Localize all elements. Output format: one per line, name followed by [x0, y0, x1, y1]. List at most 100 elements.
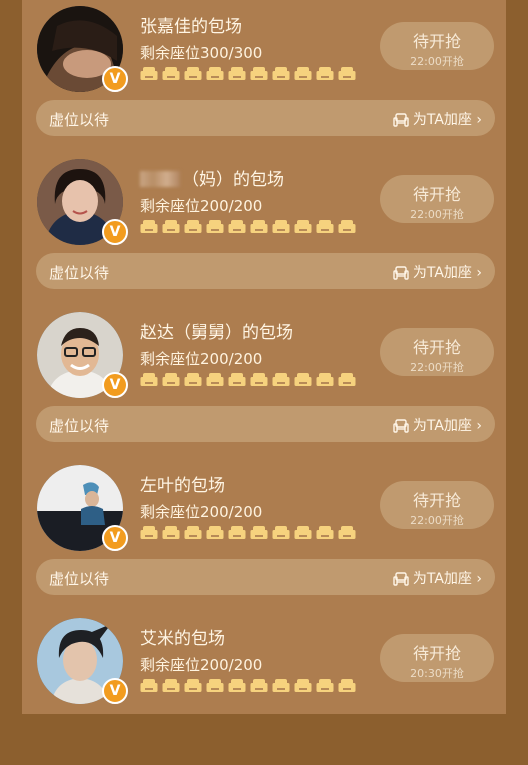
waiting-label: 虚位以待 — [49, 111, 110, 129]
seat-icon — [228, 373, 246, 386]
seat-icon — [140, 526, 158, 539]
seat-icon — [294, 526, 312, 539]
seat-icon — [162, 220, 180, 233]
seat-icon — [228, 67, 246, 80]
seat-icon — [228, 679, 246, 692]
grab-button-label: 待开抢 — [412, 32, 461, 51]
room-title: （妈）的包场 — [140, 165, 284, 190]
seat-icons — [140, 525, 360, 543]
seat-icon — [206, 67, 224, 80]
room-card[interactable]: V 左叶的包场 剩余座位200/200 待开抢 22:00开抢 虚位以待 为TA… — [22, 459, 506, 612]
seat-icon — [338, 526, 356, 539]
seat-icon — [316, 220, 334, 233]
seat-icon — [228, 220, 246, 233]
chevron-right-icon: › — [476, 418, 482, 434]
remaining-seats: 剩余座位200/200 — [140, 656, 263, 674]
seat-icon — [294, 679, 312, 692]
seat-icon — [338, 373, 356, 386]
add-seat-button[interactable]: 为TA加座 › — [393, 415, 482, 435]
waiting-bar[interactable]: 虚位以待 为TA加座 › — [36, 100, 495, 136]
start-time: 22:00开抢 — [410, 55, 464, 68]
remaining-seats: 剩余座位300/300 — [140, 44, 263, 62]
seat-icons — [140, 372, 360, 390]
seat-icon — [162, 526, 180, 539]
seat-icon — [206, 526, 224, 539]
seat-icon — [250, 220, 268, 233]
seat-icon — [250, 526, 268, 539]
verified-badge: V — [102, 219, 128, 245]
seat-icon — [250, 67, 268, 80]
seat-icon — [206, 220, 224, 233]
seat-icon — [206, 679, 224, 692]
seat-icon — [294, 220, 312, 233]
add-seat-button[interactable]: 为TA加座 › — [393, 568, 482, 588]
add-seat-button[interactable]: 为TA加座 › — [393, 109, 482, 129]
start-time: 20:30开抢 — [410, 667, 464, 680]
seat-icon — [140, 67, 158, 80]
waiting-bar[interactable]: 虚位以待 为TA加座 › — [36, 253, 495, 289]
verified-badge: V — [102, 525, 128, 551]
seat-icon — [316, 67, 334, 80]
waiting-bar[interactable]: 虚位以待 为TA加座 › — [36, 406, 495, 442]
seat-icon — [294, 67, 312, 80]
seat-icon — [228, 526, 246, 539]
seat-icon — [140, 679, 158, 692]
seat-icon — [184, 679, 202, 692]
room-card[interactable]: V 赵达（舅舅）的包场 剩余座位200/200 待开抢 22:00开抢 虚位以待… — [22, 306, 506, 459]
sofa-outline-icon — [393, 112, 413, 128]
room-title: 张嘉佳的包场 — [140, 17, 242, 37]
room-title: 左叶的包场 — [140, 476, 225, 496]
grab-button-label: 待开抢 — [412, 185, 461, 204]
waiting-bar[interactable]: 虚位以待 为TA加座 › — [36, 559, 495, 595]
seat-icon — [250, 373, 268, 386]
grab-button[interactable]: 待开抢 22:00开抢 — [380, 481, 494, 529]
start-time: 22:00开抢 — [410, 361, 464, 374]
seat-icon — [316, 679, 334, 692]
seat-icon — [338, 679, 356, 692]
seat-icon — [272, 373, 290, 386]
seat-icon — [140, 220, 158, 233]
remaining-seats: 剩余座位200/200 — [140, 503, 263, 521]
seat-icon — [316, 373, 334, 386]
grab-button[interactable]: 待开抢 22:00开抢 — [380, 328, 494, 376]
sofa-outline-icon — [393, 418, 413, 434]
chevron-right-icon: › — [476, 265, 482, 281]
seat-icon — [184, 526, 202, 539]
seat-icon — [206, 373, 224, 386]
seat-icon — [140, 373, 158, 386]
seat-icon — [272, 526, 290, 539]
add-seat-button[interactable]: 为TA加座 › — [393, 262, 482, 282]
grab-button-label: 待开抢 — [412, 338, 461, 357]
chevron-right-icon: › — [476, 112, 482, 128]
seat-icon — [162, 373, 180, 386]
room-card[interactable]: V （妈）的包场 剩余座位200/200 待开抢 22:00开抢 虚位以待 为T… — [22, 153, 506, 306]
grab-button-label: 待开抢 — [412, 491, 461, 510]
seat-icon — [272, 220, 290, 233]
seat-icon — [338, 67, 356, 80]
seat-icon — [272, 67, 290, 80]
room-card[interactable]: V 张嘉佳的包场 剩余座位300/300 待开抢 22:00开抢 虚位以待 为T… — [22, 0, 506, 153]
grab-button[interactable]: 待开抢 22:00开抢 — [380, 175, 494, 223]
start-time: 22:00开抢 — [410, 208, 464, 221]
waiting-label: 虚位以待 — [49, 264, 110, 282]
seat-icon — [272, 679, 290, 692]
seat-icons — [140, 66, 360, 84]
waiting-label: 虚位以待 — [49, 417, 110, 435]
seat-icon — [294, 373, 312, 386]
room-title: 艾米的包场 — [140, 629, 225, 649]
seat-icon — [338, 220, 356, 233]
room-list: V 张嘉佳的包场 剩余座位300/300 待开抢 22:00开抢 虚位以待 为T… — [22, 0, 506, 714]
room-card[interactable]: V 艾米的包场 剩余座位200/200 待开抢 20:30开抢 — [22, 612, 506, 765]
verified-badge: V — [102, 372, 128, 398]
seat-icon — [184, 67, 202, 80]
grab-button-label: 待开抢 — [412, 644, 461, 663]
grab-button[interactable]: 待开抢 22:00开抢 — [380, 22, 494, 70]
seat-icon — [250, 679, 268, 692]
seat-icons — [140, 678, 360, 696]
room-title: 赵达（舅舅）的包场 — [140, 323, 293, 343]
grab-button[interactable]: 待开抢 20:30开抢 — [380, 634, 494, 682]
chevron-right-icon: › — [476, 571, 482, 587]
verified-badge: V — [102, 66, 128, 92]
seat-icon — [162, 679, 180, 692]
seat-icon — [184, 373, 202, 386]
